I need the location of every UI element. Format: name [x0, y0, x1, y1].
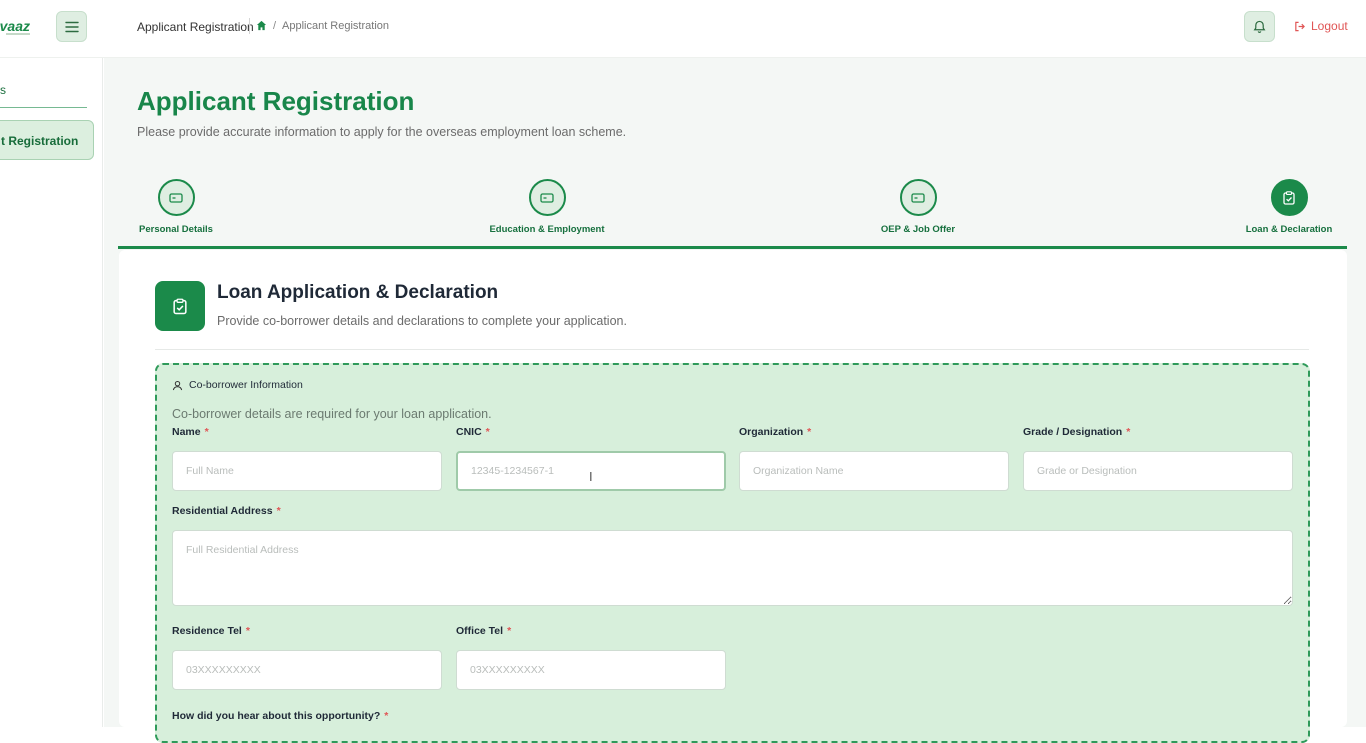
name-input[interactable] — [172, 451, 442, 491]
sidebar-divider — [0, 107, 87, 108]
sidebar-item-applicant-registration[interactable]: t Registration — [0, 120, 94, 160]
top-bar: vaaz Applicant Registration / Applicant … — [0, 0, 1366, 58]
hear-about-label: How did you hear about this opportunity?… — [172, 710, 389, 722]
address-label: Residential Address * — [172, 505, 281, 517]
step-label: Personal Details — [139, 224, 213, 235]
hamburger-icon — [64, 21, 79, 32]
step-label: Loan & Declaration — [1245, 224, 1333, 235]
logout-button[interactable]: Logout — [1294, 19, 1348, 33]
step-personal-details[interactable]: Personal Details — [101, 179, 251, 235]
bell-icon — [1253, 20, 1266, 33]
breadcrumb-separator: / — [273, 20, 277, 32]
notifications-button[interactable] — [1244, 11, 1275, 42]
app-logo[interactable]: vaaz — [0, 16, 34, 38]
logout-icon — [1295, 21, 1305, 31]
coborrower-heading-label: Co-borrower Information — [189, 379, 303, 391]
cnic-label: CNIC * — [456, 426, 490, 438]
step-oep-job-offer[interactable]: OEP & Job Offer — [843, 179, 993, 235]
card-icon — [899, 179, 937, 216]
address-textarea[interactable] — [172, 530, 1293, 606]
grade-input[interactable] — [1023, 451, 1293, 491]
organization-label: Organization * — [739, 426, 812, 438]
coborrower-note: Co-borrower details are required for you… — [172, 407, 492, 421]
organization-input[interactable] — [739, 451, 1009, 491]
sidebar-section-label[interactable]: s — [0, 83, 6, 97]
coborrower-heading: Co-borrower Information — [172, 379, 303, 391]
card-icon — [528, 179, 566, 216]
breadcrumb-title: Applicant Registration — [137, 20, 254, 34]
user-icon — [172, 380, 183, 390]
page-title: Applicant Registration — [137, 86, 415, 116]
logout-label: Logout — [1311, 19, 1348, 33]
home-icon[interactable] — [256, 18, 267, 36]
card-icon — [157, 179, 195, 216]
clipboard-check-icon — [1270, 179, 1308, 216]
residence-tel-label: Residence Tel * — [172, 625, 250, 637]
step-label: Education & Employment — [489, 224, 605, 235]
residence-tel-input[interactable] — [172, 650, 442, 690]
office-tel-input[interactable] — [456, 650, 726, 690]
text-cursor-icon: Ι — [589, 469, 593, 484]
office-tel-label: Office Tel * — [456, 625, 512, 637]
step-label: OEP & Job Offer — [880, 224, 956, 235]
clipboard-check-icon — [155, 281, 205, 331]
section-title: Loan Application & Declaration — [217, 282, 499, 303]
divider — [155, 349, 1309, 350]
grade-label: Grade / Designation * — [1023, 426, 1131, 438]
step-loan-declaration[interactable]: Loan & Declaration — [1214, 179, 1364, 235]
page-subtitle: Please provide accurate information to a… — [137, 125, 627, 139]
name-label: Name * — [172, 426, 209, 438]
section-subtitle: Provide co-borrower details and declarat… — [217, 314, 627, 328]
menu-toggle-button[interactable] — [56, 11, 87, 42]
step-education-employment[interactable]: Education & Employment — [472, 179, 622, 235]
progress-bar — [118, 246, 1347, 249]
breadcrumb-current: Applicant Registration — [282, 20, 390, 32]
